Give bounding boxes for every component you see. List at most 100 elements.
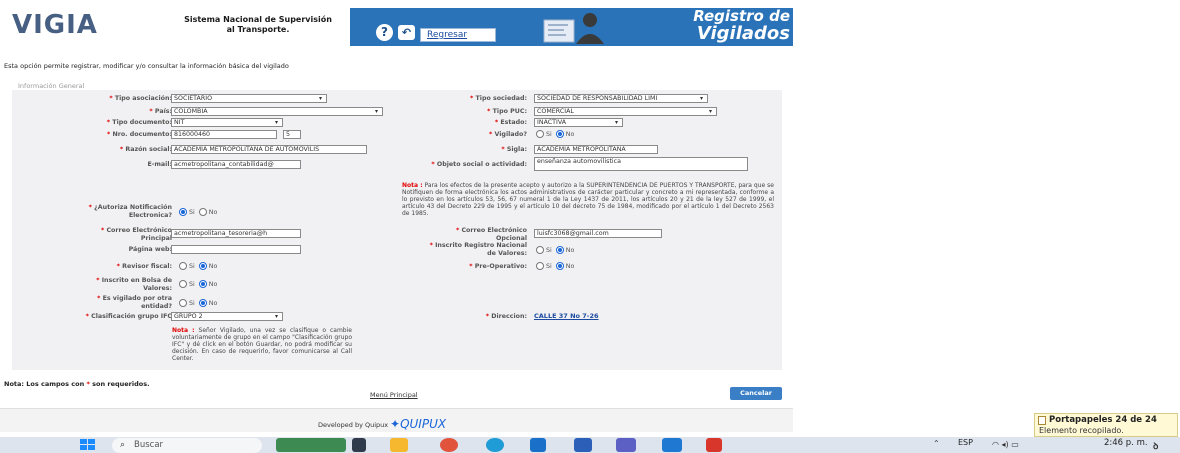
tipo-puc-label: * Tipo PUC: — [487, 108, 527, 115]
chevron-down-icon: ▾ — [374, 108, 378, 115]
digito-verificacion-input[interactable]: 5 — [283, 130, 301, 139]
taskbar-app-store-icon[interactable] — [530, 438, 546, 452]
correo-opcional-input[interactable]: luisfc3068@gmail.com — [534, 229, 662, 238]
taskbar-app-word-icon[interactable] — [574, 438, 592, 452]
notification-center-icon[interactable]: ꝺ — [1153, 439, 1158, 452]
autoriza-no-radio[interactable] — [198, 208, 207, 216]
logo-subtitle-line-2: al Transporte. — [226, 25, 290, 34]
revisor-fiscal-no-radio[interactable] — [198, 262, 207, 270]
vigilado-si-radio[interactable] — [536, 130, 544, 138]
taskbar-search-input[interactable]: Buscar — [112, 438, 262, 453]
email-label: E-mail: — [147, 161, 172, 168]
autoriza-notificacion-label: * ¿Autoriza Notificación Electronica? — [88, 204, 172, 219]
nro-documento-label: * Nro. documento: — [106, 131, 172, 138]
vigilado-otra-radio-group: Si No — [177, 299, 217, 308]
tipo-asociacion-select[interactable]: SOCIETARIO ▾ — [171, 94, 327, 103]
general-info-form: * Tipo asociación: SOCIETARIO ▾ * Tipo so… — [12, 90, 782, 370]
clasificacion-ifc-select[interactable]: GRUPO 2 ▾ — [171, 312, 283, 321]
objeto-social-textarea[interactable]: enseñanza automovilistica — [534, 157, 748, 171]
vigilado-radio-group: Si No — [534, 130, 574, 139]
pre-operativo-label: * Pre-Operativo: — [469, 263, 527, 270]
chevron-up-icon[interactable]: ⌃ — [933, 439, 940, 448]
correo-principal-label: * Correo Electrónico Principal — [100, 227, 172, 242]
tipo-documento-label: * Tipo documento: — [106, 119, 172, 126]
app-header: VIGIA Sistema Nacional de Supervisión al… — [0, 0, 793, 50]
email-input[interactable]: acmetropolitana_contabilidad@ — [171, 160, 301, 169]
pais-select[interactable]: COLOMBIA ▾ — [171, 107, 383, 116]
ifc-nota: Nota : Señor Vigilado, una vez se clasif… — [172, 327, 352, 362]
nro-documento-input[interactable]: 816000460 — [171, 130, 277, 139]
chevron-down-icon: ▾ — [318, 95, 322, 102]
direccion-label: * Direccion: — [485, 313, 527, 320]
taskbar-app-edge-icon[interactable] — [486, 438, 504, 452]
vigilado-no-radio[interactable] — [555, 130, 564, 138]
autoriza-nota: Nota : Para los efectos de la presente a… — [402, 182, 774, 217]
pagina-web-input[interactable] — [171, 245, 301, 254]
pre-operativo-no-radio[interactable] — [555, 262, 564, 270]
back-icon[interactable]: ↶ — [398, 25, 415, 40]
registry-person-icon — [543, 13, 604, 44]
tipo-puc-select[interactable]: COMERCIAL ▾ — [534, 107, 717, 116]
chevron-down-icon: ▾ — [614, 119, 618, 126]
pais-label: * País: — [149, 108, 172, 115]
chevron-down-icon: ▾ — [274, 119, 278, 126]
estado-select[interactable]: INACTIVA ▾ — [534, 118, 623, 127]
vigilado-otra-entidad-label: * Es vigilado por otra entidad? — [97, 295, 172, 310]
cancel-button[interactable]: Cancelar — [730, 387, 782, 400]
direccion-link[interactable]: CALLE 37 No 7-26 — [534, 312, 599, 320]
inscrito-rnv-no-radio[interactable] — [555, 246, 564, 254]
clipboard-icon — [1038, 416, 1046, 425]
inscrito-bolsa-radio-group: Si No — [177, 280, 217, 289]
logo-subtitle: Sistema Nacional de Supervisión al Trans… — [168, 15, 348, 35]
vigilado-otra-si-radio[interactable] — [179, 299, 187, 307]
taskbar-app-file-explorer-icon[interactable] — [390, 438, 408, 452]
taskbar-app-chrome-icon[interactable] — [440, 438, 458, 452]
revisor-fiscal-radio-group: Si No — [177, 262, 217, 271]
page: VIGIA Sistema Nacional de Supervisión al… — [0, 0, 1180, 453]
intro-text: Esta opción permite registrar, modificar… — [4, 62, 289, 70]
taskbar-app-widget-icon[interactable] — [276, 438, 346, 452]
clasificacion-ifc-label: * Clasificación grupo IFC — [85, 313, 172, 320]
vigilado-otra-no-radio[interactable] — [198, 299, 207, 307]
quipux-logo: ✦QUIPUX — [390, 417, 447, 431]
razon-social-input[interactable]: ACADEMIA METROPOLITANA DE AUTOMOVILIS — [171, 145, 367, 154]
windows-taskbar: Buscar ⌕ ⌃ ESP ◠ ◂) ▭ 2:46 p. m. ꝺ — [0, 437, 1180, 453]
sigla-input[interactable]: ACADEMIA METROPOLITANA — [534, 145, 658, 154]
section-title: Información General — [18, 82, 85, 90]
taskbar-app-task-view-icon[interactable] — [352, 438, 366, 452]
taskbar-app-teams-icon[interactable] — [616, 438, 636, 452]
footer: Developed by Quipux ✦QUIPUX — [0, 408, 793, 432]
clipboard-notification[interactable]: Portapapeles 24 de 24 Elemento recopilad… — [1034, 413, 1178, 437]
tipo-documento-select[interactable]: NIT ▾ — [171, 118, 283, 127]
wifi-volume-battery-icons[interactable]: ◠ ◂) ▭ — [992, 440, 1019, 449]
back-button[interactable]: Regresar — [420, 28, 496, 42]
chevron-down-icon: ▾ — [274, 313, 278, 320]
page-title-line-2: Vigilados — [696, 23, 790, 44]
inscrito-rnv-si-radio[interactable] — [536, 246, 544, 254]
windows-start-icon[interactable] — [80, 439, 96, 451]
notification-title: Portapapeles 24 de 24 — [1049, 415, 1157, 425]
pre-operativo-si-radio[interactable] — [536, 262, 544, 270]
taskbar-app-outlook-icon[interactable] — [662, 438, 682, 452]
autoriza-si-radio[interactable] — [179, 208, 187, 216]
clock[interactable]: 2:46 p. m. — [1104, 438, 1148, 448]
objeto-social-label: * Objeto social o actividad: — [431, 161, 527, 168]
pagina-web-label: Página web: — [128, 246, 172, 253]
pre-operativo-radio-group: Si No — [534, 262, 574, 271]
taskbar-app-acrobat-icon[interactable] — [706, 438, 722, 452]
tipo-sociedad-select[interactable]: SOCIEDAD DE RESPONSABILIDAD LIMI ▾ — [534, 94, 708, 103]
footer-text: Developed by Quipux — [318, 421, 389, 429]
tipo-asociacion-label: * Tipo asociación: — [109, 95, 172, 102]
language-indicator[interactable]: ESP — [958, 438, 973, 447]
revisor-fiscal-si-radio[interactable] — [179, 262, 187, 270]
inscrito-bolsa-si-radio[interactable] — [179, 280, 187, 288]
estado-label: * Estado: — [494, 119, 527, 126]
help-icon[interactable]: ? — [376, 24, 393, 41]
tipo-sociedad-label: * Tipo sociedad: — [470, 95, 527, 102]
main-menu-link[interactable]: Menú Principal — [370, 391, 418, 399]
inscrito-bolsa-no-radio[interactable] — [198, 280, 207, 288]
sigla-label: * Sigla: — [501, 146, 527, 153]
vigia-logo: VIGIA — [12, 10, 98, 40]
razon-social-label: * Razón social: — [119, 146, 172, 153]
correo-principal-input[interactable]: acmetropolitana_tesoreria@h — [171, 229, 301, 238]
